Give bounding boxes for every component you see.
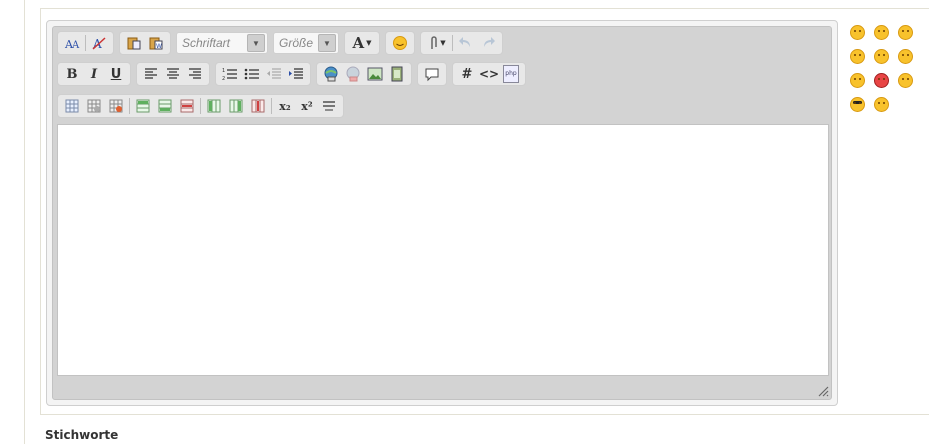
toolbar-group-quote <box>417 62 447 86</box>
delete-row-icon[interactable] <box>176 96 198 116</box>
toolbar-group-format: B I U <box>57 62 131 86</box>
hash-button[interactable]: # <box>456 64 478 84</box>
unordered-list-icon[interactable] <box>241 64 263 84</box>
separator <box>129 98 130 114</box>
smiley-smile-icon[interactable] <box>874 49 889 64</box>
bold-button[interactable]: B <box>61 64 83 84</box>
text-color-button[interactable]: A ▼ <box>348 33 376 53</box>
redo-icon[interactable] <box>477 33 499 53</box>
toolbar-group-media <box>316 62 412 86</box>
insert-link-icon[interactable] <box>320 64 342 84</box>
keywords-label: Stichworte <box>45 428 119 442</box>
editor-content-area[interactable] <box>57 124 829 376</box>
insert-row-before-icon[interactable] <box>132 96 154 116</box>
separator <box>271 98 272 114</box>
insert-column-before-icon[interactable] <box>203 96 225 116</box>
emoticon-icon[interactable] <box>389 33 411 53</box>
smiley-surprised-icon[interactable] <box>874 97 889 112</box>
quote-icon[interactable] <box>421 64 443 84</box>
svg-text:W: W <box>156 43 162 50</box>
toolbar-group-align <box>136 62 210 86</box>
smiley-angry-icon[interactable] <box>874 73 889 88</box>
table-properties-icon[interactable] <box>83 96 105 116</box>
delete-column-icon[interactable] <box>247 96 269 116</box>
svg-text:A: A <box>71 40 80 51</box>
ordered-list-icon[interactable]: 12 <box>219 64 241 84</box>
horizontal-rule-icon[interactable] <box>318 96 340 116</box>
attachment-button[interactable]: ▼ <box>424 33 450 53</box>
svg-text:1: 1 <box>222 68 225 74</box>
text-color-label: A <box>352 34 365 52</box>
smiley-wink-icon[interactable] <box>850 49 865 64</box>
font-family-select[interactable]: Schriftart ▼ <box>176 32 268 54</box>
php-button[interactable]: php <box>500 64 522 84</box>
editor-body: AA A W Schriftart ▼ Größe ▼ A ▼ ▼ B I U … <box>52 26 832 400</box>
insert-video-icon[interactable] <box>386 64 408 84</box>
toolbar-row-2: B I U 12 # <> php <box>57 61 531 87</box>
align-center-icon[interactable] <box>162 64 184 84</box>
font-size-select[interactable]: Größe ▼ <box>273 32 339 54</box>
insert-image-icon[interactable] <box>364 64 386 84</box>
font-family-placeholder: Schriftart <box>182 36 231 50</box>
insert-table-icon[interactable] <box>61 96 83 116</box>
paste-word-icon[interactable]: W <box>145 33 167 53</box>
underline-button[interactable]: U <box>105 64 127 84</box>
insert-column-after-icon[interactable] <box>225 96 247 116</box>
smiley-laugh-icon[interactable] <box>898 25 913 40</box>
toolbar-group-styles: AA A <box>57 31 114 55</box>
indent-icon[interactable] <box>285 64 307 84</box>
chevron-down-icon: ▼ <box>440 39 446 47</box>
top-divider <box>40 8 929 9</box>
code-button[interactable]: <> <box>478 64 500 84</box>
toolbar-row-1: AA A W Schriftart ▼ Größe ▼ A ▼ ▼ <box>57 30 508 56</box>
svg-text:2: 2 <box>222 76 225 81</box>
toolbar-group-table: x₂ x² <box>57 94 344 118</box>
toolbar-group-color: A ▼ <box>344 31 380 55</box>
toolbar-group-history: ▼ <box>420 31 503 55</box>
section-divider <box>40 414 929 415</box>
toolbar-row-3: x₂ x² <box>57 93 349 119</box>
chevron-down-icon[interactable]: ▼ <box>318 34 336 52</box>
remove-format-icon[interactable]: A <box>88 33 110 53</box>
separator <box>85 35 86 51</box>
separator <box>452 35 453 51</box>
font-size-placeholder: Größe <box>279 36 314 50</box>
unlink-icon[interactable] <box>342 64 364 84</box>
smiley-tongue-icon[interactable] <box>850 25 865 40</box>
chevron-down-icon: ▼ <box>366 39 372 47</box>
toolbar-group-lists: 12 <box>215 62 311 86</box>
separator <box>200 98 201 114</box>
smiley-confused-icon[interactable] <box>850 73 865 88</box>
outdent-icon[interactable] <box>263 64 285 84</box>
align-left-icon[interactable] <box>140 64 162 84</box>
toolbar-group-code: # <> php <box>452 62 526 86</box>
delete-table-icon[interactable] <box>105 96 127 116</box>
page-left-border <box>24 0 25 444</box>
smiley-cool-icon[interactable] <box>850 97 865 112</box>
align-right-icon[interactable] <box>184 64 206 84</box>
chevron-down-icon[interactable]: ▼ <box>247 34 265 52</box>
resize-handle-icon[interactable] <box>817 385 829 397</box>
insert-row-after-icon[interactable] <box>154 96 176 116</box>
toolbar-group-emoticon <box>385 31 415 55</box>
smiley-sad-icon[interactable] <box>898 49 913 64</box>
superscript-button[interactable]: x² <box>296 96 318 116</box>
text-style-icon[interactable]: AA <box>61 33 83 53</box>
php-label: php <box>503 65 519 83</box>
form-left-border <box>40 8 41 414</box>
subscript-button[interactable]: x₂ <box>274 96 296 116</box>
rich-text-editor: AA A W Schriftart ▼ Größe ▼ A ▼ ▼ B I U … <box>46 20 838 406</box>
paste-icon[interactable] <box>123 33 145 53</box>
italic-button[interactable]: I <box>83 64 105 84</box>
toolbar-group-clipboard: W <box>119 31 171 55</box>
smiley-grin-icon[interactable] <box>874 25 889 40</box>
smiley-happy-icon[interactable] <box>898 73 913 88</box>
undo-icon[interactable] <box>455 33 477 53</box>
